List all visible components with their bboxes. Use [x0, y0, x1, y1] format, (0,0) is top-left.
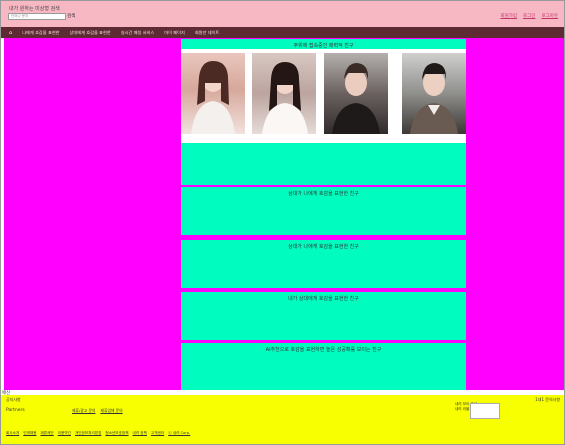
- footer-link[interactable]: 내려 정책: [133, 431, 147, 436]
- login-link[interactable]: 로그인: [523, 13, 535, 19]
- inquiry-title[interactable]: 1대1 문의사항: [535, 397, 560, 403]
- logout-link[interactable]: 로그아웃: [541, 13, 558, 19]
- search-input[interactable]: 단어나 문자: [8, 13, 66, 20]
- signup-link[interactable]: 회원가입: [500, 13, 517, 19]
- footer-link[interactable]: 개인정보처리방침: [75, 431, 101, 436]
- profile-photo[interactable]: [324, 53, 388, 134]
- footer-copyright: ⓒ 내려 Corp.: [168, 431, 191, 435]
- section-title: 상대가 나에게 호감을 표현한 친구: [288, 244, 359, 250]
- nav-item-received-likes[interactable]: 나에게 호감을 표현한: [22, 30, 59, 36]
- site-footer: 공지사항 1대1 문의사항 Partners 제휴/광고 문의 제휴업체 문의 …: [1, 395, 564, 444]
- ai-recommend-section: AI추천으로 호감을 표현하면 높은 성공확률 보이는 친구: [181, 343, 466, 390]
- section-title: 상대가 나에게 호감을 표현한 친구: [288, 191, 359, 197]
- footer-links: 회사소개 인재채용 제휴제안 이용약관 개인정보처리방침 청소년보호정책 내려 …: [6, 431, 190, 436]
- footer-link[interactable]: 청소년보호정책: [105, 431, 128, 436]
- home-icon[interactable]: ⌂: [9, 30, 12, 36]
- auth-links: 회원가입 로그인 로그아웃: [500, 13, 558, 19]
- site-header: 내가 원하는 미상형 검색 단어나 문자 검색 회원가입 로그인 로그아웃: [1, 1, 564, 27]
- left-sidebar: [4, 38, 179, 390]
- profile-photo[interactable]: [181, 53, 245, 134]
- nav-item-realtime-matching[interactable]: 실시간 매칭 서비스: [121, 30, 154, 36]
- footer-link[interactable]: 인재채용: [23, 431, 36, 436]
- section-title: 내가 상대에게 호감을 표현한 친구: [288, 296, 359, 302]
- partner-link[interactable]: 제휴/광고 문의: [72, 408, 95, 414]
- app-image-icon[interactable]: [470, 403, 500, 419]
- footer-link[interactable]: 고객센터: [151, 431, 164, 436]
- nav-item-member-date[interactable]: 회원만 데이트: [195, 30, 219, 36]
- right-sidebar: [467, 38, 564, 390]
- footer-link[interactable]: 제휴제안: [40, 431, 53, 436]
- nav-item-sent-likes[interactable]: 상대에게 호감을 표현한: [70, 30, 111, 36]
- notice-title[interactable]: 공지사항: [6, 397, 21, 403]
- footer-link[interactable]: 회사소개: [6, 431, 19, 436]
- profile-photo[interactable]: [252, 53, 316, 134]
- section-title: 주위에 접속중인 매력적 친구: [293, 43, 354, 49]
- received-likes-section-2: 상대가 나에게 호감을 표현한 친구: [181, 240, 466, 288]
- partner-link[interactable]: 제휴업체 문의: [100, 408, 122, 414]
- profile-photo[interactable]: [402, 53, 466, 134]
- footer-link[interactable]: 이용약관: [58, 431, 71, 436]
- partner-links: 제휴/광고 문의 제휴업체 문의: [72, 408, 123, 414]
- search-button[interactable]: 검색: [67, 13, 75, 20]
- received-likes-section: 상대가 나에게 호감을 표현한 친구: [181, 187, 466, 235]
- partners-label: Partners: [6, 408, 25, 413]
- section-title: AI추천으로 호감을 표현하면 높은 성공확률 보이는 친구: [265, 347, 382, 353]
- profile-photo-strip: [181, 49, 466, 143]
- sent-likes-section: 내가 상대에게 호감을 표현한 친구: [181, 292, 466, 340]
- nav-item-my-page[interactable]: 마이 페이지: [164, 30, 185, 36]
- site-tagline: 내가 원하는 미상형 검색: [9, 6, 60, 12]
- main-nav: ⌂ 나에게 호감을 표현한 상대에게 호감을 표현한 실시간 매칭 서비스 마이…: [1, 27, 564, 38]
